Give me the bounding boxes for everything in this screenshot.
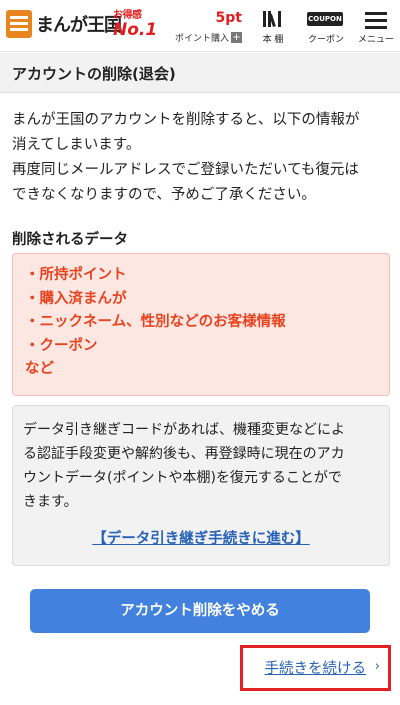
bookshelf-button[interactable]: 本 棚 xyxy=(254,0,292,52)
points-area: 5pt ポイント購入 + xyxy=(168,10,242,44)
bookshelf-icon xyxy=(263,11,283,27)
deleted-data-box: ・所持ポイント ・購入済まんが ・ニックネーム、性別などのお客様情報 ・クーポン… xyxy=(12,253,390,396)
buy-points-label: ポイント購入 xyxy=(174,34,229,44)
no1-badge: お得感 No.1 xyxy=(113,11,157,39)
menu-label: メニュー xyxy=(357,35,394,45)
app-header: まんが王国 お得感 No.1 5pt ポイント購入 + 本 棚 COUPON ク… xyxy=(0,0,400,52)
plus-icon: + xyxy=(231,32,242,43)
chevron-right-icon: › xyxy=(374,659,380,674)
deleted-data-heading: 削除されるデータ xyxy=(12,232,128,248)
cancel-deletion-button[interactable]: アカウント削除をやめる xyxy=(30,589,370,633)
deleted-item: ・クーポン xyxy=(25,337,98,354)
intro-line: まんが王国のアカウントを削除すると、以下の情報が xyxy=(12,112,360,128)
intro-line: できなくなりますので、予めご了承ください。 xyxy=(12,187,316,203)
transfer-line: る認証手段変更や解約後も、再登録時に現在のアカ xyxy=(23,446,345,462)
page-title-bar: アカウントの削除(退会) xyxy=(0,53,400,93)
intro-line: 消えてしまいます。 xyxy=(12,137,141,153)
data-transfer-link[interactable]: 【データ引き継ぎ手続きに進む】 xyxy=(13,527,389,548)
logo-text: まんが王国 xyxy=(36,15,122,36)
transfer-line: データ引き継ぎコードがあれば、機種変更などによ xyxy=(23,422,345,438)
logo-book-icon xyxy=(6,10,32,38)
deleted-item: など xyxy=(25,361,54,377)
continue-procedure-link[interactable]: 手続きを続ける xyxy=(265,657,367,678)
buy-points-link[interactable]: ポイント購入 + xyxy=(168,31,242,44)
intro-text: まんが王国のアカウントを削除すると、以下の情報が 消えてしまいます。 再度同じメ… xyxy=(12,108,392,208)
page-title: アカウントの削除(退会) xyxy=(12,65,176,83)
menu-button[interactable]: メニュー xyxy=(356,0,396,52)
deleted-item: ・所持ポイント xyxy=(25,267,127,283)
points-balance: 5pt xyxy=(215,10,242,26)
deleted-item: ・購入済まんが xyxy=(25,290,127,307)
coupon-icon: COUPON xyxy=(307,12,343,26)
deleted-item: ・ニックネーム、性別などのお客様情報 xyxy=(25,314,286,330)
data-transfer-box: データ引き継ぎコードがあれば、機種変更などによ る認証手段変更や解約後も、再登録… xyxy=(12,405,390,566)
badge-no1: No.1 xyxy=(113,20,158,40)
bookshelf-label: 本 棚 xyxy=(262,35,284,45)
coupon-label: クーポン xyxy=(307,35,344,45)
coupon-button[interactable]: COUPON クーポン xyxy=(300,0,352,52)
continue-highlight-box: 手続きを続ける › xyxy=(240,645,391,691)
site-logo[interactable]: まんが王国 xyxy=(6,10,122,38)
hamburger-icon xyxy=(365,12,387,29)
transfer-line: ウントデータ(ポイントや本棚)を復元することがで xyxy=(23,470,342,486)
intro-line: 再度同じメールアドレスでご登録いただいても復元は xyxy=(12,162,359,178)
transfer-line: きます。 xyxy=(23,494,78,510)
